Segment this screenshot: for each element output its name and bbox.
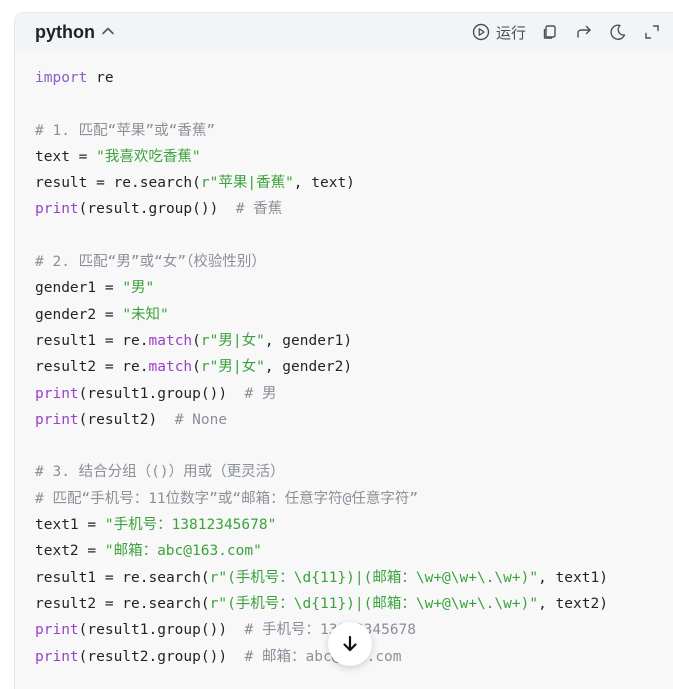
expand-icon[interactable] — [642, 22, 662, 42]
code-content[interactable]: import re # 1. 匹配“苹果”或“香蕉” text = "我喜欢吃香蕉"… — [15, 51, 673, 670]
code-token: , gender2) — [264, 359, 353, 376]
code-token: text = — [35, 148, 97, 165]
code-line: text = "我喜欢吃香蕉" — [35, 144, 673, 170]
code-block: python 运行 import re # 1. 匹配“苹果”或“香蕉” tex… — [14, 12, 673, 689]
code-token: print — [35, 201, 79, 218]
code-token: gender1 = — [35, 280, 123, 297]
chevron-up-icon — [101, 24, 115, 41]
code-token: # 2. 匹配“男”或“女”（校验性别） — [35, 254, 266, 271]
code-token: "未知" — [122, 306, 169, 323]
code-token: r"男|女" — [200, 332, 265, 349]
code-token: # 匹配“手机号：11位数字”或“邮箱：任意字符@任意字符” — [35, 490, 419, 507]
code-token: result2 = re.search( — [35, 595, 210, 612]
code-token: result1 = re.search( — [35, 569, 210, 586]
moon-icon[interactable] — [608, 22, 628, 42]
code-token: import — [35, 70, 88, 86]
run-button[interactable]: 运行 — [471, 22, 526, 43]
share-arrow-icon[interactable] — [574, 22, 594, 42]
code-toolbar: 运行 — [471, 22, 662, 43]
code-line: # 2. 匹配“男”或“女”（校验性别） — [35, 249, 673, 275]
code-token: result1 = re. — [35, 332, 149, 349]
code-token: # None — [174, 411, 228, 428]
play-circle-icon — [471, 22, 491, 42]
code-line: print(result1.group()) # 男 — [35, 381, 673, 407]
code-token: "我喜欢吃香蕉" — [96, 148, 201, 165]
code-token: (result2.group()) — [78, 648, 245, 665]
code-line: result2 = re.match(r"男|女", gender2) — [35, 354, 673, 380]
code-line: result1 = re.match(r"男|女", gender1) — [35, 328, 673, 354]
code-token: print — [35, 385, 79, 402]
code-line: # 匹配“手机号：11位数字”或“邮箱：任意字符@任意字符” — [35, 486, 673, 512]
arrow-down-icon — [340, 634, 360, 654]
code-token: , text2) — [538, 595, 608, 612]
code-token: match — [148, 359, 193, 376]
code-token: r"男|女" — [200, 359, 265, 376]
code-token: # 男 — [244, 385, 277, 402]
run-label: 运行 — [495, 24, 526, 42]
code-line: text2 = "邮箱：abc@163.com" — [35, 538, 673, 564]
code-token: r"(手机号：\d{11})|(邮箱：\w+@\w+\.\w+)" — [209, 595, 539, 612]
code-token: print — [35, 411, 79, 428]
code-token: # 3. 结合分组（()）用或（更灵活） — [35, 464, 285, 481]
code-token: print — [35, 622, 79, 639]
code-line: # 1. 匹配“苹果”或“香蕉” — [35, 118, 673, 144]
code-token: "手机号：13812345678" — [104, 517, 277, 534]
code-line: result = re.search(r"苹果|香蕉", text) — [35, 170, 673, 196]
code-token: , text1) — [538, 569, 608, 586]
language-label: python — [35, 21, 95, 42]
code-token: (result1.group()) — [78, 385, 245, 402]
code-token: text2 = — [35, 543, 105, 560]
language-toggle[interactable]: python — [35, 22, 115, 43]
code-token: (result1.group()) — [78, 622, 245, 639]
code-token: gender2 = — [35, 306, 123, 323]
code-token: ( — [192, 332, 201, 349]
code-token: (result2) — [78, 411, 175, 428]
code-token: ( — [192, 359, 201, 376]
code-token: "男" — [122, 280, 155, 297]
code-token: # 香蕉 — [235, 201, 283, 218]
code-line: print(result2) # None — [35, 407, 673, 433]
code-block-header: python 运行 — [15, 13, 673, 51]
code-token: result2 = re. — [35, 359, 149, 376]
code-line: print(result.group()) # 香蕉 — [35, 196, 673, 222]
code-token: # 邮箱：abc@163.com — [244, 648, 402, 665]
code-token: r"(手机号：\d{11})|(邮箱：\w+@\w+\.\w+)" — [209, 569, 539, 586]
code-line: result2 = re.search(r"(手机号：\d{11})|(邮箱：\… — [35, 591, 673, 617]
code-token: "邮箱：abc@163.com" — [104, 543, 262, 560]
code-token: print — [35, 648, 79, 665]
code-token: (result.group()) — [78, 201, 236, 218]
code-token: # 1. 匹配“苹果”或“香蕉” — [35, 122, 216, 139]
code-line: gender2 = "未知" — [35, 302, 673, 328]
code-token: r"苹果|香蕉" — [200, 175, 294, 192]
code-token: , gender1) — [264, 332, 353, 349]
code-line: # 3. 结合分组（()）用或（更灵活） — [35, 459, 673, 485]
code-line: gender1 = "男" — [35, 275, 673, 301]
copy-icon[interactable] — [540, 22, 560, 42]
scroll-to-bottom-button[interactable] — [328, 622, 372, 666]
code-line: result1 = re.search(r"(手机号：\d{11})|(邮箱：\… — [35, 565, 673, 591]
code-token: match — [148, 332, 193, 349]
code-line: text1 = "手机号：13812345678" — [35, 512, 673, 538]
code-token: re — [87, 70, 114, 86]
code-token: result = re.search( — [35, 175, 201, 192]
code-line: import re — [35, 65, 673, 91]
code-token: , text) — [293, 175, 355, 192]
code-token: text1 = — [35, 517, 105, 534]
